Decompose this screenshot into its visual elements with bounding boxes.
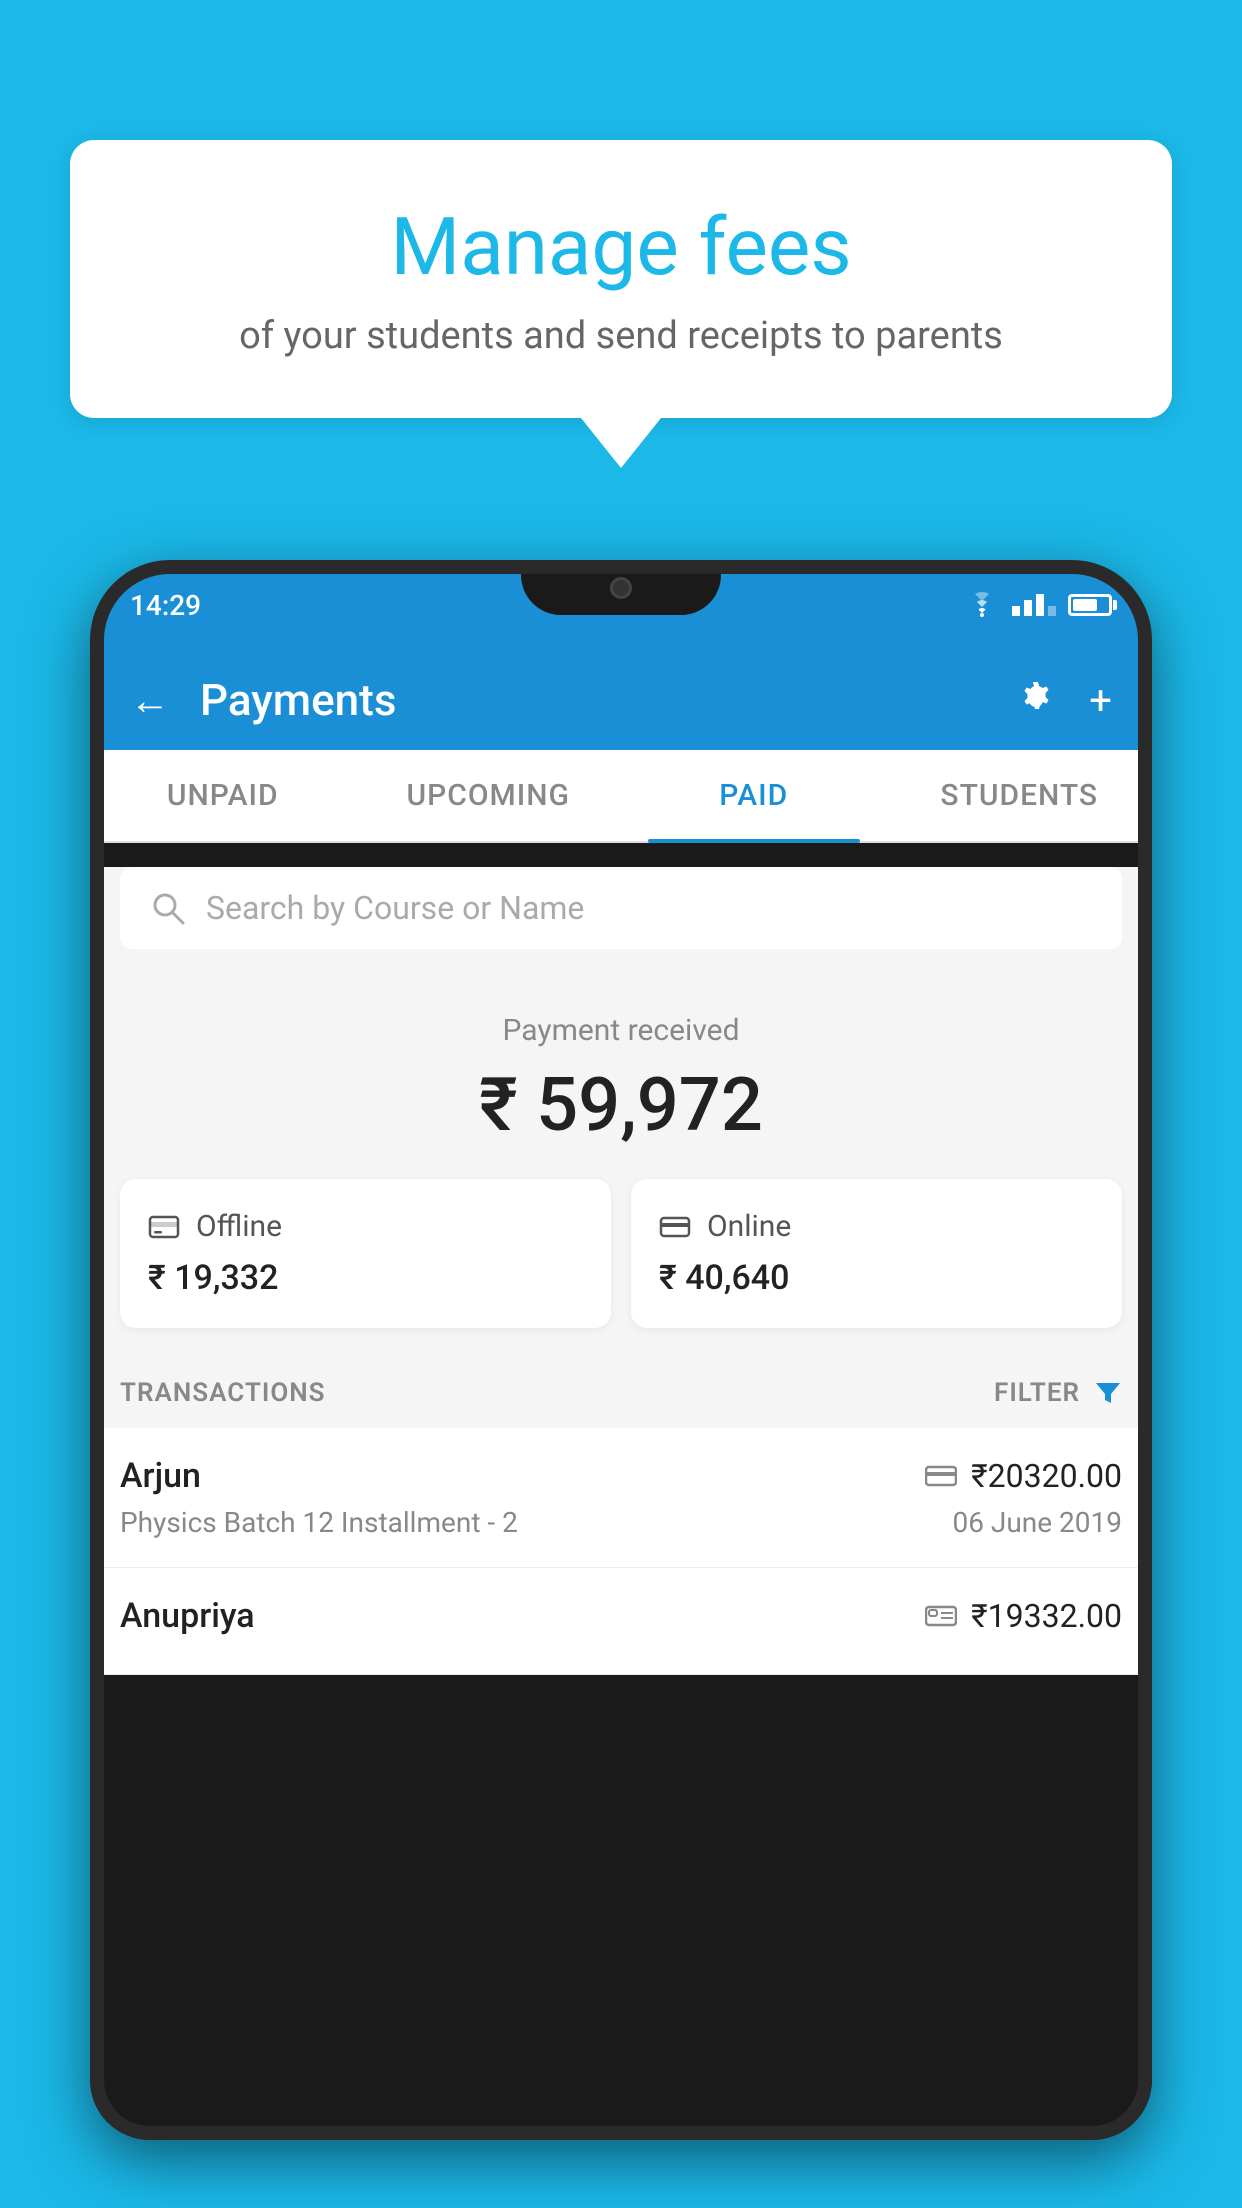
gear-icon[interactable] — [1013, 677, 1059, 723]
offline-card: Offline ₹ 19,332 — [120, 1179, 611, 1328]
transaction-row: Arjun ₹20320.00 Physics Batch 12 Install… — [90, 1428, 1152, 1568]
transactions-label: TRANSACTIONS — [120, 1378, 326, 1408]
speech-bubble-container: Manage fees of your students and send re… — [70, 140, 1172, 468]
transaction-amount-arjun: ₹20320.00 — [925, 1457, 1122, 1495]
search-bar[interactable]: Search by Course or Name — [120, 867, 1122, 949]
filter-icon[interactable] — [1094, 1379, 1122, 1407]
transaction-top-anupriya: Anupriya ₹19332.00 — [120, 1596, 1122, 1636]
speech-bubble-arrow — [581, 418, 661, 468]
filter-area[interactable]: FILTER — [994, 1378, 1122, 1408]
transaction-amount-value-anupriya: ₹19332.00 — [971, 1597, 1122, 1635]
camera — [610, 577, 632, 599]
transaction-amount-value-arjun: ₹20320.00 — [971, 1457, 1122, 1495]
tab-upcoming[interactable]: UPCOMING — [356, 750, 622, 841]
offline-card-label: Offline — [196, 1209, 282, 1244]
phone-frame: 14:29 — [90, 560, 1152, 2140]
notch — [521, 560, 721, 615]
status-icons — [964, 591, 1112, 619]
phone-container: 14:29 — [90, 560, 1152, 2208]
transaction-date-arjun: 06 June 2019 — [952, 1506, 1122, 1539]
online-card-amount: ₹ 40,640 — [659, 1258, 1094, 1298]
payment-received-section: Payment received ₹ 59,972 — [90, 973, 1152, 1179]
online-card-header: Online — [659, 1209, 1094, 1244]
tabs-bar: UNPAID UPCOMING PAID STUDENTS — [90, 750, 1152, 843]
phone-inner: 14:29 — [90, 560, 1152, 2140]
back-button[interactable]: ← — [130, 677, 170, 724]
tab-unpaid[interactable]: UNPAID — [90, 750, 356, 841]
search-icon — [150, 890, 186, 926]
transaction-row-anupriya: Anupriya ₹19332.00 — [90, 1568, 1152, 1675]
payment-received-label: Payment received — [120, 1013, 1122, 1048]
bubble-title: Manage fees — [150, 200, 1092, 294]
search-placeholder: Search by Course or Name — [206, 889, 584, 927]
offline-card-amount: ₹ 19,332 — [148, 1258, 583, 1298]
wifi-icon — [964, 591, 1000, 619]
filter-label: FILTER — [994, 1378, 1080, 1408]
tab-students[interactable]: STUDENTS — [887, 750, 1153, 841]
transaction-name-arjun: Arjun — [120, 1456, 201, 1496]
payment-cards: Offline ₹ 19,332 Online ₹ 40,640 — [90, 1179, 1152, 1358]
header-title: Payments — [200, 674, 983, 726]
app-content: Search by Course or Name Payment receive… — [90, 867, 1152, 1675]
speech-bubble: Manage fees of your students and send re… — [70, 140, 1172, 418]
bubble-subtitle: of your students and send receipts to pa… — [150, 314, 1092, 358]
cash-payment-icon — [925, 1603, 957, 1629]
plus-button[interactable]: + — [1089, 677, 1112, 724]
card-payment-icon — [925, 1463, 957, 1489]
transaction-top-arjun: Arjun ₹20320.00 — [120, 1456, 1122, 1496]
header-icons: + — [1013, 677, 1112, 724]
battery-fill — [1073, 599, 1097, 611]
signal-icon — [1012, 594, 1056, 616]
transactions-header: TRANSACTIONS FILTER — [90, 1358, 1152, 1428]
payment-amount: ₹ 59,972 — [120, 1062, 1122, 1149]
battery-icon — [1068, 594, 1112, 616]
transaction-amount-anupriya: ₹19332.00 — [925, 1597, 1122, 1635]
status-bar: 14:29 — [90, 560, 1152, 650]
online-icon — [659, 1211, 691, 1243]
status-time: 14:29 — [130, 589, 201, 622]
app-header: ← Payments + — [90, 650, 1152, 750]
transaction-course-arjun: Physics Batch 12 Installment - 2 — [120, 1506, 518, 1539]
online-card: Online ₹ 40,640 — [631, 1179, 1122, 1328]
online-card-label: Online — [707, 1209, 791, 1244]
offline-card-header: Offline — [148, 1209, 583, 1244]
tab-paid[interactable]: PAID — [621, 750, 887, 841]
transaction-name-anupriya: Anupriya — [120, 1596, 255, 1636]
offline-icon — [148, 1211, 180, 1243]
transaction-bottom-arjun: Physics Batch 12 Installment - 2 06 June… — [120, 1506, 1122, 1539]
